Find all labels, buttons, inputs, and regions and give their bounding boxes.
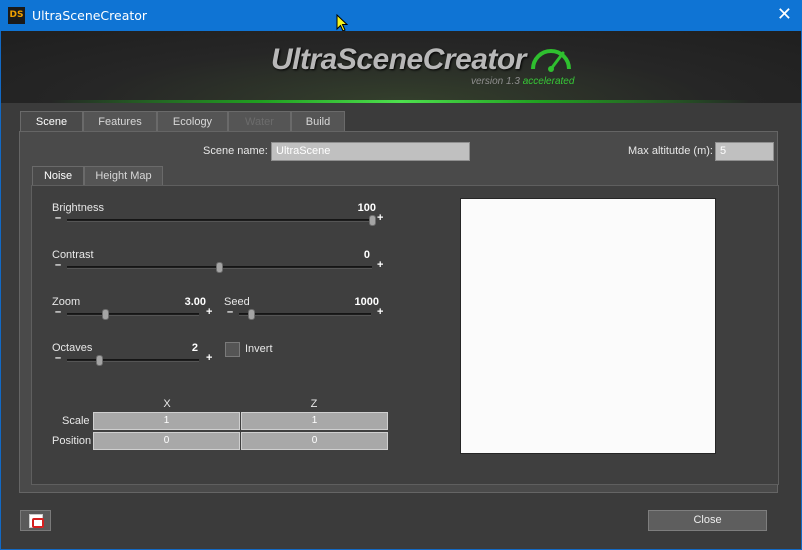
- octaves-slider-handle[interactable]: [96, 355, 103, 366]
- logo-banner: UltraSceneCreator version 1.3 accelerate…: [1, 31, 801, 103]
- contrast-value: 0: [363, 249, 370, 261]
- pdf-icon: [29, 514, 44, 528]
- tab-height-map[interactable]: Height Map: [84, 166, 163, 185]
- logo-wordmark: UltraSceneCreator: [271, 43, 526, 76]
- noise-panel: Brightness 100 – + Contrast 0 – + Zoom 3…: [31, 185, 779, 485]
- logo-version: version 1.3 accelerated: [471, 76, 575, 87]
- position-z-input[interactable]: 0: [241, 432, 388, 450]
- tab-build[interactable]: Build: [291, 111, 345, 132]
- position-x-input[interactable]: 0: [93, 432, 240, 450]
- scene-name-input[interactable]: UltraScene: [271, 142, 470, 161]
- close-button[interactable]: Close: [648, 510, 767, 531]
- window-close-button[interactable]: ✕: [777, 5, 792, 25]
- scene-name-label: Scene name:: [203, 145, 268, 157]
- column-x-header: X: [163, 398, 171, 410]
- octaves-value: 2: [191, 342, 198, 354]
- octaves-slider[interactable]: – +: [55, 352, 212, 366]
- main-window: UltraSceneCreator version 1.3 accelerate…: [0, 31, 802, 550]
- tab-scene[interactable]: Scene: [20, 111, 83, 133]
- brightness-slider-handle[interactable]: [369, 215, 376, 226]
- scene-panel: Scene name: UltraScene Max altitutde (m)…: [19, 131, 779, 493]
- zoom-value: 3.00: [184, 296, 206, 308]
- position-label: Position: [52, 435, 92, 447]
- gauge-icon: [531, 49, 571, 72]
- brightness-value: 100: [357, 202, 376, 214]
- noise-preview-image: [460, 198, 716, 454]
- max-altitude-label: Max altitutde (m):: [628, 145, 713, 157]
- tab-noise[interactable]: Noise: [32, 166, 84, 186]
- mouse-cursor-icon: [336, 14, 348, 32]
- column-z-header: Z: [310, 398, 318, 410]
- seed-slider-handle[interactable]: [248, 309, 255, 320]
- scale-z-input[interactable]: 1: [241, 412, 388, 430]
- contrast-slider[interactable]: – +: [55, 259, 383, 273]
- window-title: UltraSceneCreator: [32, 8, 148, 23]
- seed-slider[interactable]: – +: [227, 306, 383, 320]
- scale-x-input[interactable]: 1: [93, 412, 240, 430]
- tab-features[interactable]: Features: [83, 111, 157, 132]
- seed-value: 1000: [354, 296, 379, 308]
- tab-water: Water: [228, 111, 291, 132]
- zoom-slider-handle[interactable]: [102, 309, 109, 320]
- zoom-slider[interactable]: – +: [55, 306, 212, 320]
- pdf-help-button[interactable]: [20, 510, 51, 531]
- invert-label: Invert: [245, 343, 273, 355]
- brightness-slider[interactable]: – +: [55, 212, 383, 226]
- max-altitude-input[interactable]: 5: [715, 142, 774, 161]
- title-bar: DS UltraSceneCreator ✕: [0, 0, 802, 31]
- invert-checkbox[interactable]: [225, 342, 240, 357]
- logo-underline: [51, 100, 751, 103]
- contrast-slider-handle[interactable]: [216, 262, 223, 273]
- tab-ecology[interactable]: Ecology: [157, 111, 228, 132]
- scale-label: Scale: [62, 415, 90, 427]
- app-icon: DS: [8, 7, 25, 24]
